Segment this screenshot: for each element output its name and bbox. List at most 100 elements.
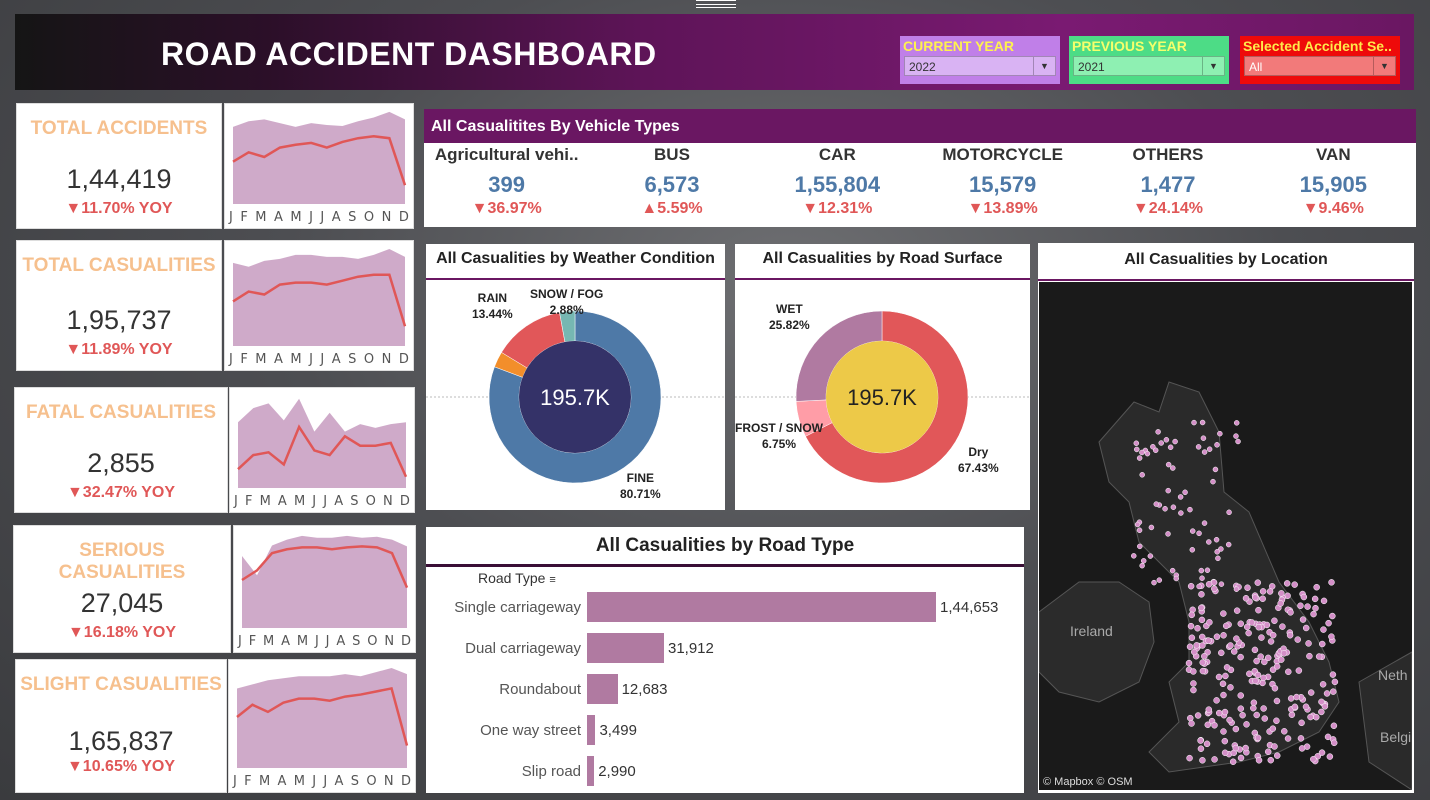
location-point[interactable] <box>1220 691 1227 699</box>
location-point[interactable] <box>1162 506 1168 512</box>
vehicle-motorcycle[interactable]: MOTORCYCLE 15,579 ▼13.89% <box>920 143 1085 218</box>
location-point[interactable] <box>1201 449 1208 455</box>
location-point[interactable] <box>1260 705 1267 712</box>
location-point[interactable] <box>1204 567 1211 574</box>
location-point[interactable] <box>1199 757 1206 764</box>
location-point[interactable] <box>1177 494 1184 500</box>
location-point[interactable] <box>1199 667 1207 675</box>
location-point[interactable] <box>1158 440 1164 446</box>
sort-icon[interactable]: ≡ <box>549 574 555 586</box>
location-point[interactable] <box>1261 658 1268 666</box>
location-point[interactable] <box>1233 586 1240 592</box>
location-point[interactable] <box>1233 433 1239 439</box>
vehicle-van[interactable]: VAN 15,905 ▼9.46% <box>1251 143 1416 218</box>
location-point[interactable] <box>1273 697 1281 705</box>
resize-grip[interactable] <box>696 0 736 8</box>
location-point[interactable] <box>1215 673 1223 681</box>
location-point[interactable] <box>1298 719 1305 727</box>
location-point[interactable] <box>1328 579 1335 586</box>
location-point[interactable] <box>1196 583 1202 590</box>
location-point[interactable] <box>1229 758 1237 765</box>
location-point[interactable] <box>1190 668 1197 675</box>
location-point[interactable] <box>1260 674 1267 682</box>
location-point[interactable] <box>1255 757 1263 764</box>
map-canvas[interactable] <box>1039 282 1412 790</box>
location-point[interactable] <box>1213 633 1221 640</box>
location-point[interactable] <box>1287 609 1294 616</box>
location-point[interactable] <box>1163 437 1170 443</box>
location-point[interactable] <box>1330 739 1338 747</box>
location-point[interactable] <box>1197 745 1205 752</box>
location-point[interactable] <box>1318 749 1326 756</box>
location-point[interactable] <box>1170 465 1176 471</box>
road-type-row[interactable]: Roundabout 12,683 <box>426 674 1024 704</box>
location-point[interactable] <box>1273 663 1281 670</box>
previous-year-filter[interactable]: PREVIOUS YEAR 2021 ▼ <box>1069 36 1229 84</box>
location-point[interactable] <box>1196 530 1202 537</box>
location-point[interactable] <box>1304 603 1311 610</box>
location-point[interactable] <box>1302 624 1310 632</box>
location-point[interactable] <box>1222 622 1230 630</box>
location-point[interactable] <box>1214 442 1220 448</box>
location-point[interactable] <box>1212 466 1219 473</box>
location-point[interactable] <box>1139 472 1145 478</box>
location-point[interactable] <box>1165 487 1171 494</box>
location-point[interactable] <box>1173 575 1179 582</box>
location-point[interactable] <box>1255 606 1262 614</box>
location-point[interactable] <box>1205 706 1213 713</box>
road-type-row[interactable]: Slip road 2,990 <box>426 756 1024 786</box>
accident-severity-select[interactable]: All ▼ <box>1244 56 1396 76</box>
location-point[interactable] <box>1210 478 1216 485</box>
location-point[interactable] <box>1254 734 1262 742</box>
location-point[interactable] <box>1206 446 1213 452</box>
location-point[interactable] <box>1235 438 1241 445</box>
location-point[interactable] <box>1286 632 1294 639</box>
location-point[interactable] <box>1306 652 1313 660</box>
location-point[interactable] <box>1271 743 1278 750</box>
location-point[interactable] <box>1201 520 1208 526</box>
location-point[interactable] <box>1318 698 1325 706</box>
location-point[interactable] <box>1232 725 1240 733</box>
location-point[interactable] <box>1189 528 1196 534</box>
location-point[interactable] <box>1156 577 1163 583</box>
location-point[interactable] <box>1254 579 1262 586</box>
location-point[interactable] <box>1302 703 1310 710</box>
location-point[interactable] <box>1287 695 1295 702</box>
location-point[interactable] <box>1165 531 1171 537</box>
location-point[interactable] <box>1329 671 1337 678</box>
location-point[interactable] <box>1271 684 1279 692</box>
location-point[interactable] <box>1251 594 1259 601</box>
location-point[interactable] <box>1245 629 1252 637</box>
location-point[interactable] <box>1280 650 1288 657</box>
location-point[interactable] <box>1271 617 1278 625</box>
location-point[interactable] <box>1134 521 1141 528</box>
location-point[interactable] <box>1233 607 1241 614</box>
location-point[interactable] <box>1211 585 1218 592</box>
location-point[interactable] <box>1227 684 1234 691</box>
location-point[interactable] <box>1139 562 1145 569</box>
location-point[interactable] <box>1194 624 1201 632</box>
location-point[interactable] <box>1239 711 1246 719</box>
location-point[interactable] <box>1297 735 1305 742</box>
location-point[interactable] <box>1167 444 1174 451</box>
location-point[interactable] <box>1222 672 1229 680</box>
location-point[interactable] <box>1295 667 1303 674</box>
vehicle-bus[interactable]: BUS 6,573 ▲5.59% <box>589 143 754 218</box>
location-point[interactable] <box>1220 632 1227 639</box>
location-map[interactable]: Ireland Neth Belgi © Mapbox © OSM <box>1039 282 1412 790</box>
location-point[interactable] <box>1230 648 1238 655</box>
location-point[interactable] <box>1258 634 1265 641</box>
location-point[interactable] <box>1273 752 1281 759</box>
location-point[interactable] <box>1165 461 1172 468</box>
location-point[interactable] <box>1187 714 1194 722</box>
location-point[interactable] <box>1187 622 1195 630</box>
current-year-select[interactable]: 2022 ▼ <box>904 56 1056 76</box>
location-point[interactable] <box>1170 504 1177 510</box>
location-point[interactable] <box>1288 711 1296 718</box>
location-point[interactable] <box>1248 619 1256 626</box>
location-point[interactable] <box>1254 671 1262 679</box>
location-point[interactable] <box>1186 643 1194 651</box>
location-point[interactable] <box>1182 489 1188 496</box>
location-point[interactable] <box>1237 620 1245 627</box>
location-point[interactable] <box>1188 611 1195 619</box>
